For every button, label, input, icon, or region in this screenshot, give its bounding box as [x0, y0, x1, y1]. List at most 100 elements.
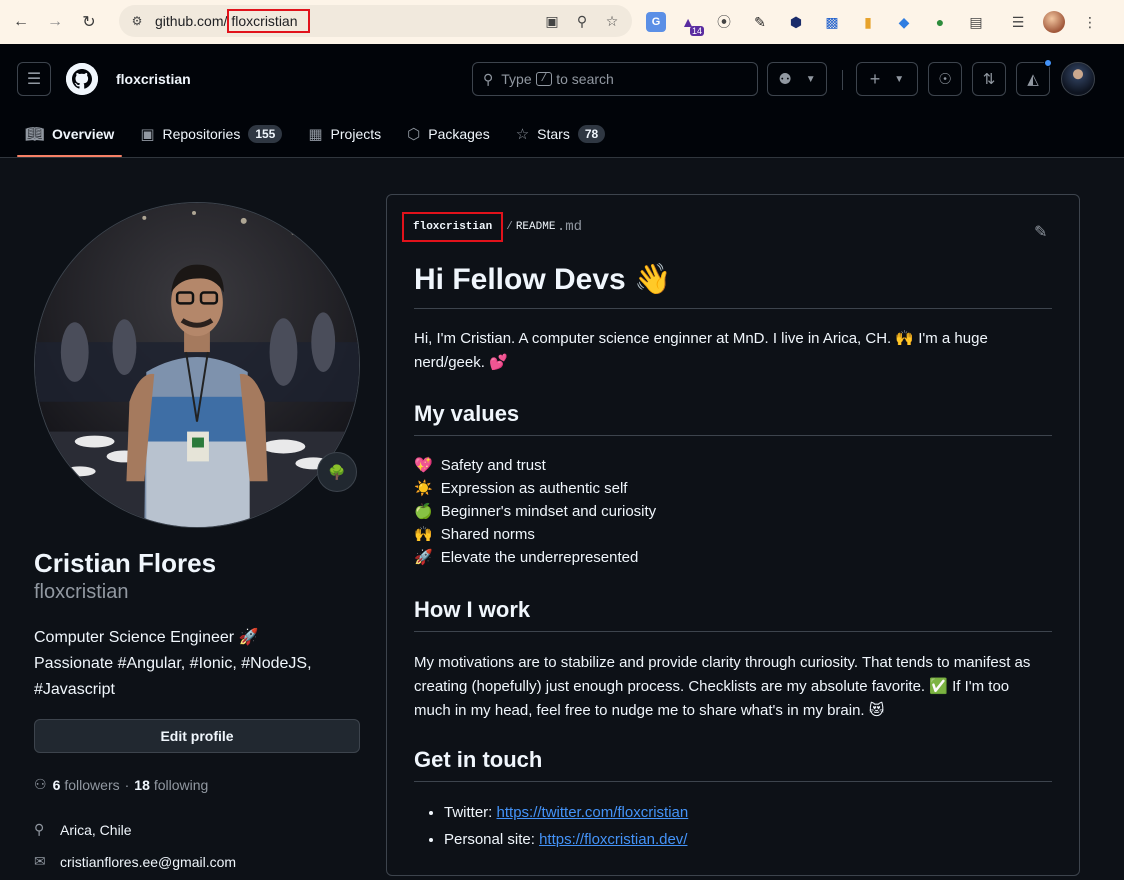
table-icon: ▦	[308, 125, 323, 143]
media-queue-icon[interactable]: ☰	[1004, 8, 1032, 36]
hexagon-extension-icon[interactable]: ⬢	[782, 8, 810, 36]
reload-icon[interactable]: ↻	[76, 9, 102, 35]
value-text: Safety and trust	[440, 457, 546, 474]
tab-label: Stars	[537, 125, 570, 142]
mail-icon: ✉	[34, 853, 46, 869]
package-icon: ⬡	[407, 125, 421, 143]
twitter-label: Twitter:	[444, 804, 493, 821]
edit-pencil-icon[interactable]: ✎	[1034, 222, 1047, 242]
value-text: Expression as authentic self	[440, 480, 628, 497]
tab-stars[interactable]: ☆ Stars 78	[508, 110, 614, 157]
list-item: Twitter: https://twitter.com/floxcristia…	[444, 799, 1052, 826]
blue-badge-extension-icon[interactable]: ▩	[818, 8, 846, 36]
plus-icon: +	[869, 68, 881, 89]
readme-title: Hi Fellow Devs 👋	[414, 262, 1052, 309]
code-brackets-extension-icon[interactable]: ⦿	[710, 8, 738, 36]
email-link[interactable]: cristianflores.ee@gmail.com	[60, 854, 236, 870]
globe-extension-icon[interactable]: ●	[926, 8, 954, 36]
address-bar[interactable]: ⚙ github.com/floxcristian ▣ ⚲ ☆	[119, 5, 632, 37]
url-text[interactable]: github.com/floxcristian	[155, 9, 310, 33]
user-avatar[interactable]	[1061, 62, 1095, 96]
readme-owner-link[interactable]: floxcristian	[402, 212, 504, 242]
twitter-link[interactable]: https://twitter.com/floxcristian	[497, 804, 689, 821]
tab-overview[interactable]: 📖︎ Overview	[17, 110, 123, 157]
github-logo-icon[interactable]	[66, 63, 98, 95]
zoom-icon[interactable]: ⚲	[572, 11, 592, 31]
profile-tabs: 📖︎ Overview ▣ Repositories 155 ▦ Project…	[17, 110, 623, 157]
ticket-extension-icon[interactable]: ▮	[854, 8, 882, 36]
issue-circle-icon: ☉	[938, 71, 952, 88]
site-label: Personal site:	[444, 831, 535, 848]
search-input[interactable]: ⚲ Type / to search	[472, 62, 758, 96]
profile-avatar-photo[interactable]	[34, 202, 360, 528]
bio-line: Computer Science Engineer 🚀	[34, 629, 259, 646]
values-heading: My values	[414, 401, 1052, 436]
how-i-work-heading: How I work	[414, 597, 1052, 632]
install-app-icon[interactable]: ▣	[542, 11, 562, 31]
location-text: Arica, Chile	[60, 821, 132, 838]
site-settings-icon[interactable]: ⚙	[129, 13, 145, 29]
readme-filename[interactable]: README	[516, 221, 556, 233]
value-emoji: 🍏	[414, 503, 433, 520]
tab-packages[interactable]: ⬡ Packages	[399, 110, 498, 157]
breadcrumb-separator: /	[506, 221, 513, 233]
hamburger-menu-icon[interactable]: ☰	[17, 62, 51, 96]
readme-intro: Hi, I'm Cristian. A computer science eng…	[414, 327, 1052, 375]
work-line: creating (hopefully) just enough process…	[414, 678, 1010, 695]
list-item: 🍏 Beginner's mindset and curiosity	[414, 500, 1052, 523]
value-emoji: 💖	[414, 457, 433, 474]
location-pin-icon: ⚲	[34, 821, 45, 837]
inbox-button[interactable]: ◭	[1016, 59, 1052, 96]
issues-button[interactable]: ☉	[928, 62, 962, 96]
graduation-cap-extension-icon[interactable]: ▲ 14	[674, 8, 704, 36]
list-item: 🙌 Shared norms	[414, 523, 1052, 546]
copilot-icon: ⚉	[778, 71, 792, 88]
how-i-work-paragraph: My motivations are to stabilize and prov…	[414, 651, 1052, 723]
repo-icon: ▣	[140, 125, 155, 143]
following-link[interactable]: 18 following	[134, 777, 208, 793]
followers-count: 6	[52, 776, 61, 793]
personal-site-link[interactable]: https://floxcristian.dev/	[539, 831, 687, 848]
tab-label: Projects	[330, 125, 382, 142]
readme-breadcrumb: floxcristian / README .md	[402, 212, 583, 242]
create-new-button[interactable]: + ▼	[856, 62, 918, 96]
status-emoji-button[interactable]: 🌳	[317, 452, 357, 492]
followers-link[interactable]: 6 followers	[53, 777, 120, 793]
stars-counter: 78	[577, 124, 606, 143]
header-username[interactable]: floxcristian	[116, 71, 191, 87]
location-row: ⚲ Arica, Chile	[34, 821, 132, 838]
eyedropper-extension-icon[interactable]: ✎	[746, 8, 774, 36]
value-text: Elevate the underrepresented	[440, 549, 639, 566]
pull-requests-button[interactable]: ⇅	[972, 62, 1006, 96]
chevron-down-icon: ▼	[805, 73, 816, 85]
copilot-button[interactable]: ⚉ ▼	[767, 62, 827, 96]
inbox-icon: ◭	[1027, 71, 1039, 88]
star-icon: ☆	[515, 125, 530, 143]
header-divider	[842, 70, 843, 90]
bio-line: #Javascript	[34, 681, 115, 698]
following-count: 18	[134, 776, 150, 793]
search-shortcut-key: /	[535, 72, 553, 86]
search-placeholder-suffix: to search	[556, 71, 614, 87]
translate-extension-icon[interactable]: G	[646, 12, 666, 32]
tab-projects[interactable]: ▦ Projects	[300, 110, 389, 157]
tag-extension-icon[interactable]: ◆	[890, 8, 918, 36]
puzzle-extensions-icon[interactable]: ▤	[962, 8, 990, 36]
profile-avatar[interactable]	[1040, 8, 1068, 36]
list-item: 🚀 Elevate the underrepresented	[414, 546, 1052, 569]
bookmark-star-icon[interactable]: ☆	[602, 11, 622, 31]
forward-arrow-icon[interactable]: →	[42, 9, 68, 35]
tab-label: Overview	[52, 125, 115, 142]
notification-dot	[1044, 59, 1052, 67]
followers-label: followers	[64, 776, 120, 793]
book-icon: 📖︎	[25, 125, 45, 143]
values-list: 💖 Safety and trust ☀️ Expression as authen…	[414, 454, 1052, 569]
work-line: much in my head, feel free to nudge me t…	[414, 702, 885, 719]
back-arrow-icon[interactable]: ←	[8, 9, 34, 35]
tab-label: Packages	[428, 125, 490, 142]
email-row: ✉ cristianflores.ee@gmail.com	[34, 853, 236, 870]
following-label: following	[153, 776, 209, 793]
kebab-menu-icon[interactable]: ⋮	[1076, 8, 1104, 36]
edit-profile-button[interactable]: Edit profile	[34, 719, 360, 753]
tab-repositories[interactable]: ▣ Repositories 155	[132, 110, 290, 157]
